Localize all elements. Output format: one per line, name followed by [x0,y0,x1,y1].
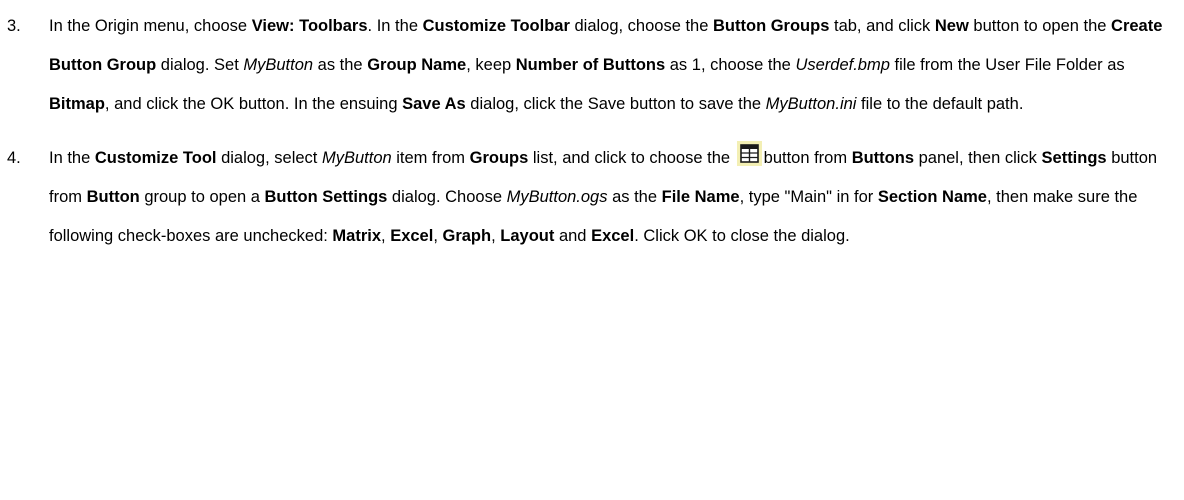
ui-term: New [934,17,969,35]
instruction-text: In the [49,149,95,167]
ui-term: Group Name [367,56,467,74]
step-number: 4. [7,149,21,167]
instruction-text: button from [763,149,852,167]
ui-term: Matrix [332,227,382,245]
file-or-item-name: Userdef.bmp [795,56,890,74]
ui-term: Excel [591,227,635,245]
instruction-text: , and click the OK button. In the ensuin… [104,95,403,113]
ui-term: Groups [469,149,529,167]
ui-term: Button Groups [713,17,830,35]
ui-term: Excel [390,227,434,245]
instruction-steps: 3. In the Origin menu, choose View: Toolb… [0,0,1184,256]
instruction-text: list, and click to choose the [528,149,735,167]
file-or-item-name: MyButton.ogs [506,188,608,206]
instruction-text: dialog, choose the [569,17,713,35]
instruction-text: as the [313,56,368,74]
ui-term: Save As [402,95,466,113]
ui-term: Graph [442,227,492,245]
instruction-text: button to open the [968,17,1112,35]
instruction-step: 4. In the Customize Tool dialog, select M… [0,139,1174,256]
instruction-text: dialog. Set [156,56,244,74]
instruction-text: dialog. Choose [387,188,507,206]
instruction-text: as the [607,188,662,206]
instruction-text: . In the [367,17,423,35]
instruction-step: 3. In the Origin menu, choose View: Toolb… [0,7,1174,124]
ui-term: Layout [500,227,555,245]
ui-term: Button [86,188,140,206]
instruction-text: dialog, click the Save button to save th… [465,95,766,113]
file-or-item-name: MyButton.ini [765,95,857,113]
instruction-text: file from the User File Folder as [889,56,1125,74]
file-or-item-name: MyButton [243,56,314,74]
instruction-text: group to open a [139,188,265,206]
ui-term: File Name [661,188,740,206]
ui-term: View: Toolbars [251,17,368,35]
step-number: 3. [7,17,21,35]
instruction-text: as 1, choose the [665,56,796,74]
instruction-text: and [554,227,592,245]
ui-term: Buttons [851,149,915,167]
ui-term: Bitmap [49,95,105,113]
instruction-text: item from [391,149,470,167]
instruction-text: , keep [466,56,516,74]
instruction-text: , [491,227,501,245]
ui-term: Button Settings [264,188,388,206]
instruction-text: , [433,227,443,245]
file-or-item-name: MyButton [321,149,392,167]
ui-term: Number of Buttons [515,56,666,74]
ui-term: Customize Toolbar [422,17,570,35]
instruction-text: panel, then click [914,149,1042,167]
instruction-text: tab, and click [829,17,935,35]
ui-term: Settings [1041,149,1107,167]
instruction-text: dialog, select [216,149,322,167]
ui-term: Section Name [877,188,987,206]
instruction-text: , [381,227,391,245]
ui-term: Customize Tool [94,149,217,167]
instruction-text: . Click OK to close the dialog. [634,227,850,245]
instruction-text: , type "Main" in for [739,188,878,206]
worksheet-grid-icon [736,141,762,166]
instruction-text: file to the default path. [856,95,1024,113]
instruction-text: In the Origin menu, choose [49,17,252,35]
